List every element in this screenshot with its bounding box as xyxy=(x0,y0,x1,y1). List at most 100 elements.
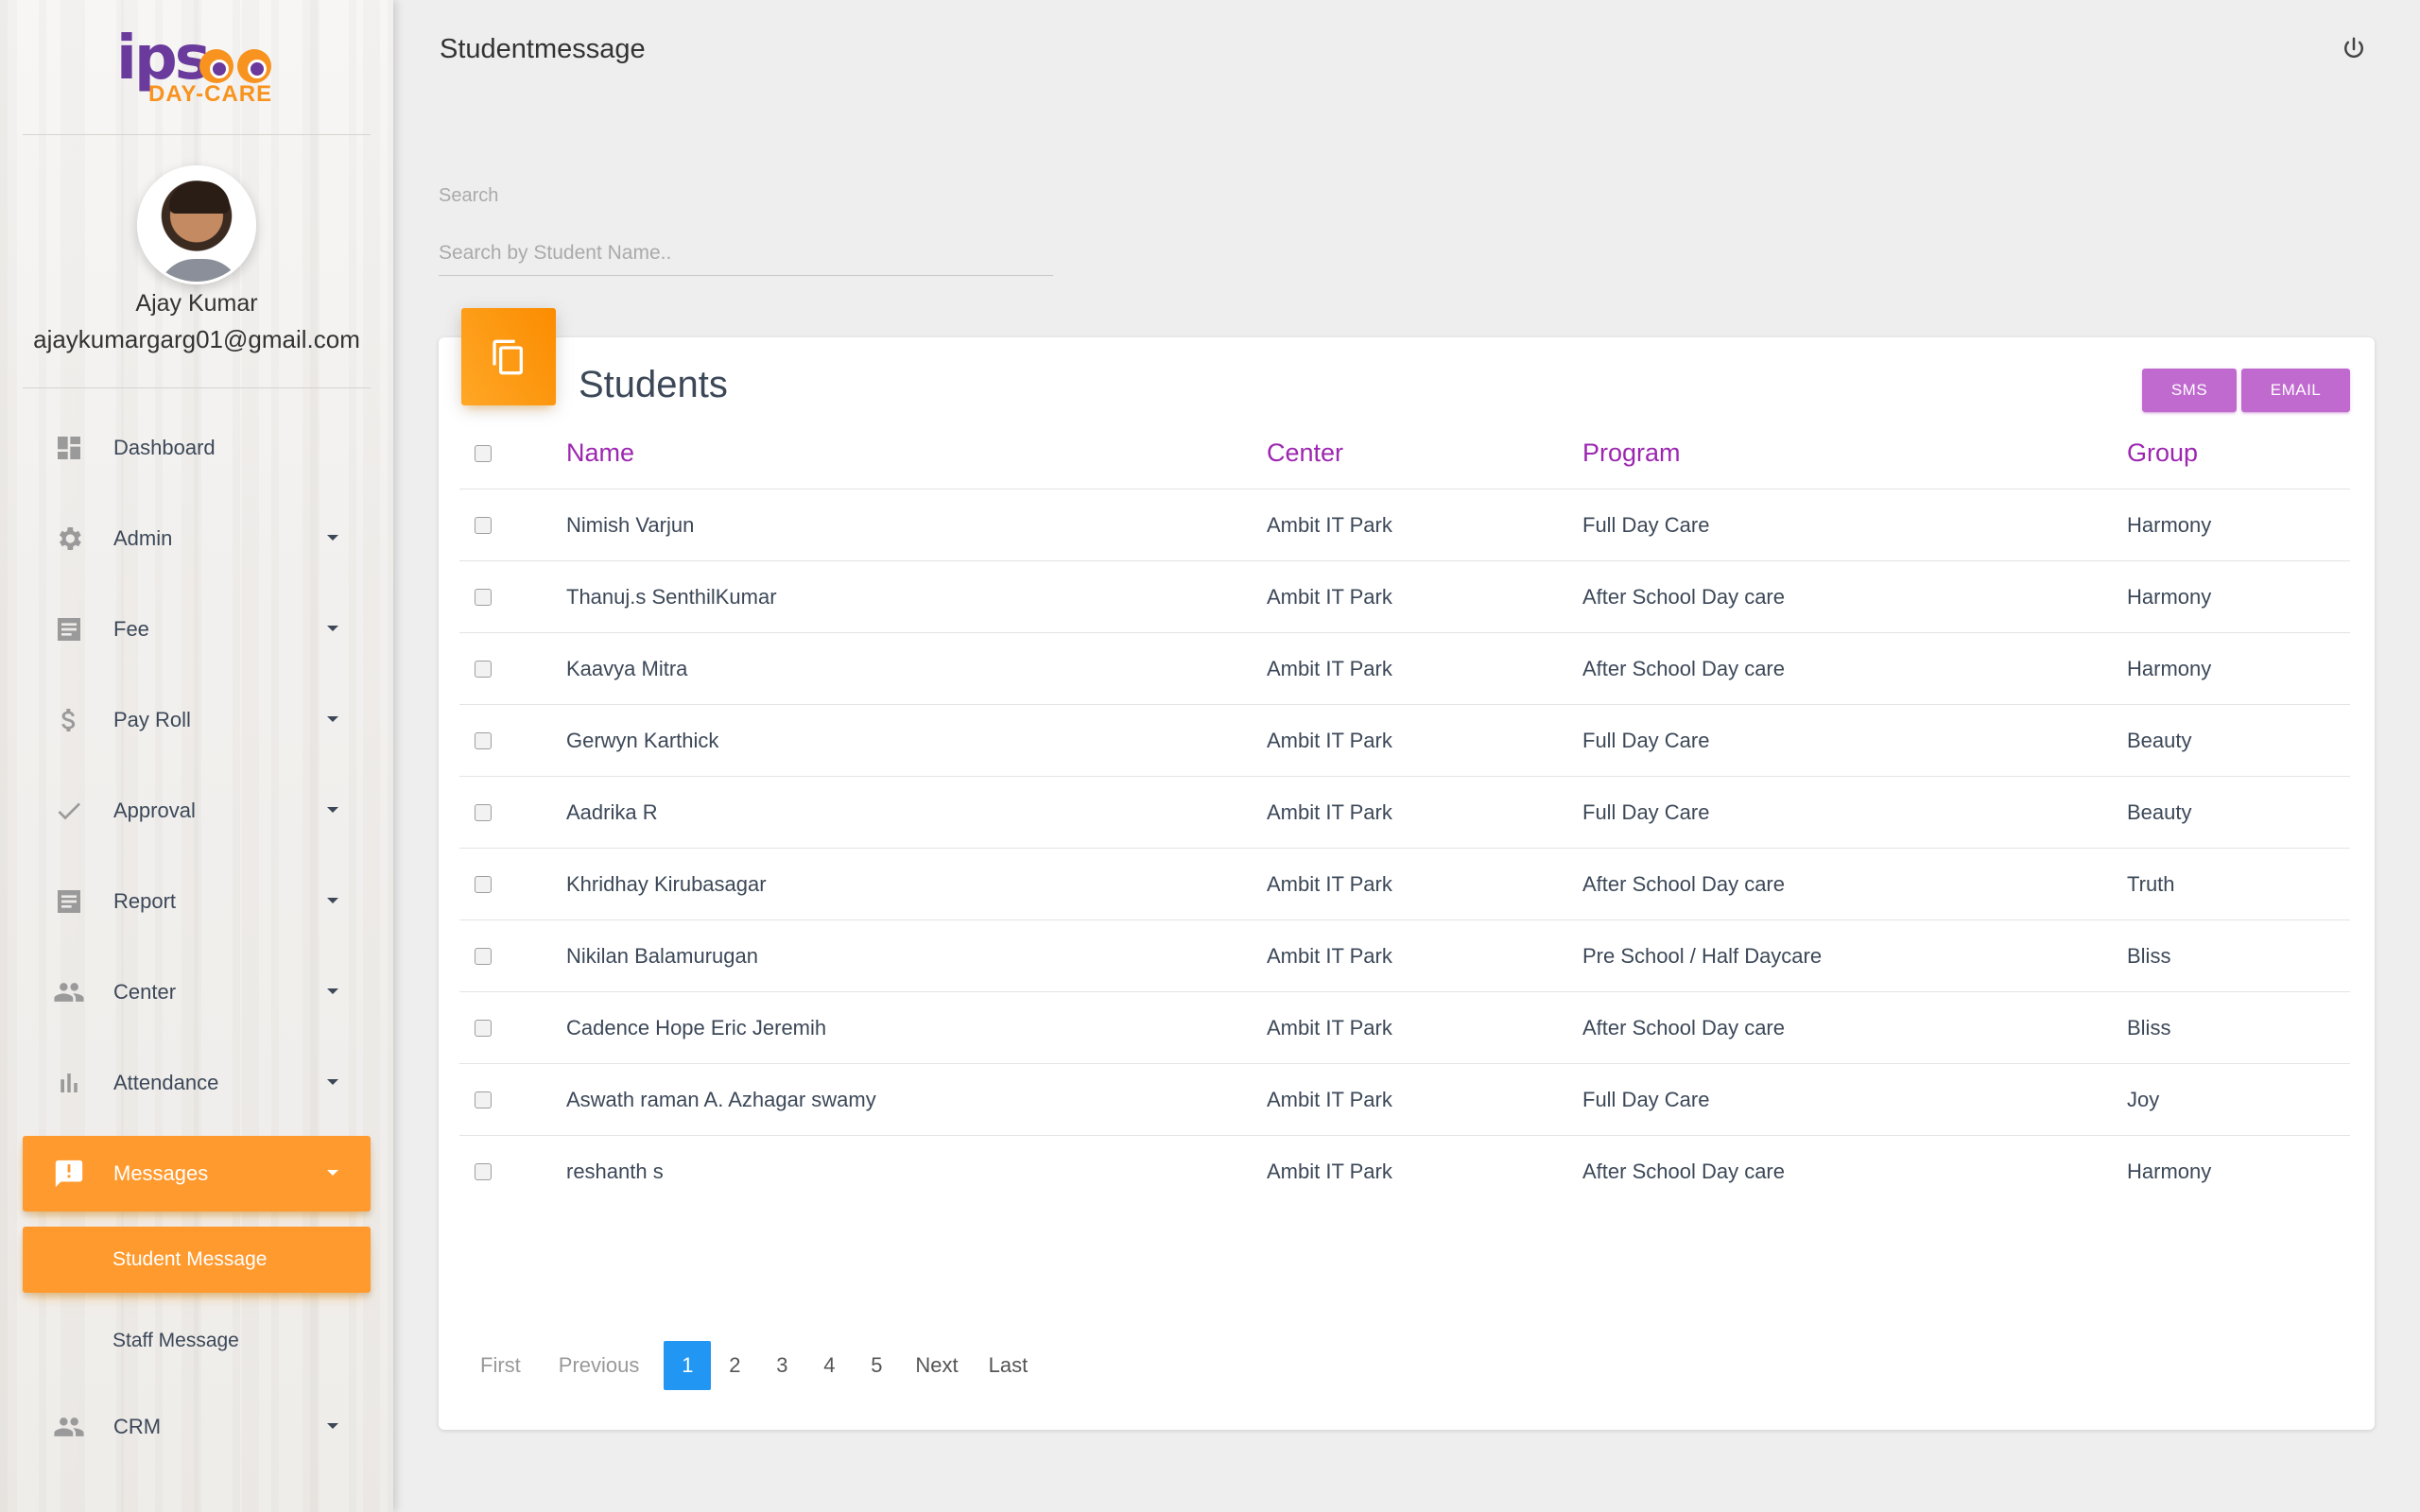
row-checkbox[interactable] xyxy=(475,660,492,678)
chevron-down-icon xyxy=(327,1079,338,1085)
row-checkbox[interactable] xyxy=(475,875,492,893)
chevron-down-icon xyxy=(327,807,338,813)
chevron-down-icon xyxy=(327,535,338,541)
row-checkbox[interactable] xyxy=(475,731,492,749)
cell-program: After School Day care xyxy=(1582,1160,1785,1183)
pagination-page-1[interactable]: 1 xyxy=(664,1341,712,1390)
column-header-program[interactable]: Program xyxy=(1582,438,1681,468)
sidebar-subitem-staff-message[interactable]: Staff Message xyxy=(23,1308,371,1374)
sidebar-item-payroll[interactable]: Pay Roll xyxy=(23,682,371,758)
row-checkbox[interactable] xyxy=(475,1091,492,1108)
sidebar-item-label: Messages xyxy=(113,1161,209,1185)
pagination-last[interactable]: Last xyxy=(977,1341,1040,1390)
people-icon xyxy=(53,1411,85,1443)
table-row: Cadence Hope Eric Jeremih Ambit IT Park … xyxy=(459,992,2350,1064)
cell-name: Thanuj.s SenthilKumar xyxy=(566,584,777,609)
card-header-icon xyxy=(461,308,556,405)
select-all-checkbox[interactable] xyxy=(475,444,492,462)
cell-center: Ambit IT Park xyxy=(1267,943,1392,968)
email-button[interactable]: EMAIL xyxy=(2241,369,2350,412)
cell-name: Khridhay Kirubasagar xyxy=(566,871,767,896)
table-row: Nimish Varjun Ambit IT Park Full Day Car… xyxy=(459,490,2350,561)
user-name: Ajay Kumar xyxy=(135,290,258,317)
sidebar-item-dashboard[interactable]: Dashboard xyxy=(23,410,371,486)
cell-center: Ambit IT Park xyxy=(1267,656,1392,680)
sidebar-item-report[interactable]: Report xyxy=(23,864,371,939)
cell-program: After School Day care xyxy=(1582,656,1785,680)
row-checkbox[interactable] xyxy=(475,588,492,606)
pagination-previous[interactable]: Previous xyxy=(547,1341,651,1390)
pagination-next[interactable]: Next xyxy=(904,1341,969,1390)
gear-icon xyxy=(53,523,85,555)
logout-button[interactable] xyxy=(2339,34,2369,64)
chevron-down-icon xyxy=(327,1170,338,1176)
message-alert-icon xyxy=(53,1158,85,1190)
pagination-first[interactable]: First xyxy=(469,1341,532,1390)
row-checkbox[interactable] xyxy=(475,1019,492,1037)
sidebar-item-label: Report xyxy=(113,889,177,913)
pagination: First Previous 1 2 3 4 5 Next Last xyxy=(459,1341,1039,1390)
cell-program: Full Day Care xyxy=(1582,728,1710,752)
sidebar-item-label: Attendance xyxy=(113,1071,219,1094)
bar-chart-icon xyxy=(53,1067,85,1099)
cell-program: Pre School / Half Daycare xyxy=(1582,943,1823,968)
sidebar-item-fee[interactable]: Fee xyxy=(23,592,371,667)
cell-group: Harmony xyxy=(2127,584,2212,609)
sidebar-item-attendance[interactable]: Attendance xyxy=(23,1045,371,1121)
search-label: Search xyxy=(439,185,499,206)
row-checkbox[interactable] xyxy=(475,1163,492,1180)
sidebar-item-approval[interactable]: Approval xyxy=(23,773,371,849)
pagination-page-5[interactable]: 5 xyxy=(853,1341,900,1390)
logo-eye-left xyxy=(199,49,233,83)
logo-eyes xyxy=(199,49,271,83)
search-input[interactable] xyxy=(439,231,1053,276)
cell-group: Joy xyxy=(2127,1087,2160,1111)
cell-name: Aadrika R xyxy=(566,799,658,824)
cell-program: After School Day care xyxy=(1582,871,1785,896)
profile-divider xyxy=(23,387,371,388)
sidebar-item-center[interactable]: Center xyxy=(23,954,371,1030)
cell-center: Ambit IT Park xyxy=(1267,512,1392,537)
table-row: reshanth s Ambit IT Park After School Da… xyxy=(459,1136,2350,1208)
sidebar-item-label: Pay Roll xyxy=(113,708,191,731)
sidebar-item-label: Fee xyxy=(113,617,149,641)
sidebar-nav: Dashboard Admin Fee Pay Roll Approval Re… xyxy=(23,410,371,1480)
column-header-center[interactable]: Center xyxy=(1267,438,1343,468)
cell-center: Ambit IT Park xyxy=(1267,871,1392,896)
cell-group: Harmony xyxy=(2127,1160,2212,1183)
user-email: ajaykumargarg01@gmail.com xyxy=(33,325,360,353)
ipsaa-logo[interactable]: ips DAY-CARE xyxy=(116,25,277,110)
cell-center: Ambit IT Park xyxy=(1267,799,1392,824)
table-row: Aadrika R Ambit IT Park Full Day Care Be… xyxy=(459,777,2350,849)
cell-name: Gerwyn Karthick xyxy=(566,728,719,752)
pagination-page-4[interactable]: 4 xyxy=(805,1341,853,1390)
page-title: Studentmessage xyxy=(440,34,646,64)
cell-name: Cadence Hope Eric Jeremih xyxy=(566,1015,827,1040)
cell-group: Beauty xyxy=(2127,799,2192,824)
column-header-name[interactable]: Name xyxy=(566,438,634,468)
sidebar-item-crm[interactable]: CRM xyxy=(23,1389,371,1465)
column-header-group[interactable]: Group xyxy=(2127,438,2198,468)
pagination-page-2[interactable]: 2 xyxy=(711,1341,758,1390)
chevron-down-icon xyxy=(327,988,338,994)
table-row: Nikilan Balamurugan Ambit IT Park Pre Sc… xyxy=(459,920,2350,992)
cell-center: Ambit IT Park xyxy=(1267,1015,1392,1040)
pagination-page-3[interactable]: 3 xyxy=(758,1341,805,1390)
user-profile: Ajay Kumar ajaykumargarg01@gmail.com xyxy=(23,165,371,354)
sidebar-item-messages[interactable]: Messages xyxy=(23,1136,371,1211)
sidebar-item-admin[interactable]: Admin xyxy=(23,501,371,576)
cell-name: Kaavya Mitra xyxy=(566,656,688,680)
sidebar-item-label: Center xyxy=(113,980,177,1004)
table-row: Thanuj.s SenthilKumar Ambit IT Park Afte… xyxy=(459,561,2350,633)
avatar[interactable] xyxy=(137,165,256,284)
row-checkbox[interactable] xyxy=(475,516,492,534)
check-icon xyxy=(53,795,85,827)
row-checkbox[interactable] xyxy=(475,947,492,965)
cell-group: Truth xyxy=(2127,871,2175,896)
sms-button[interactable]: SMS xyxy=(2142,369,2237,412)
cell-program: Full Day Care xyxy=(1582,1087,1710,1111)
chevron-down-icon xyxy=(327,1423,338,1429)
row-checkbox[interactable] xyxy=(475,803,492,821)
sidebar-subitem-student-message[interactable]: Student Message xyxy=(23,1227,371,1293)
cell-name: reshanth s xyxy=(566,1160,664,1183)
